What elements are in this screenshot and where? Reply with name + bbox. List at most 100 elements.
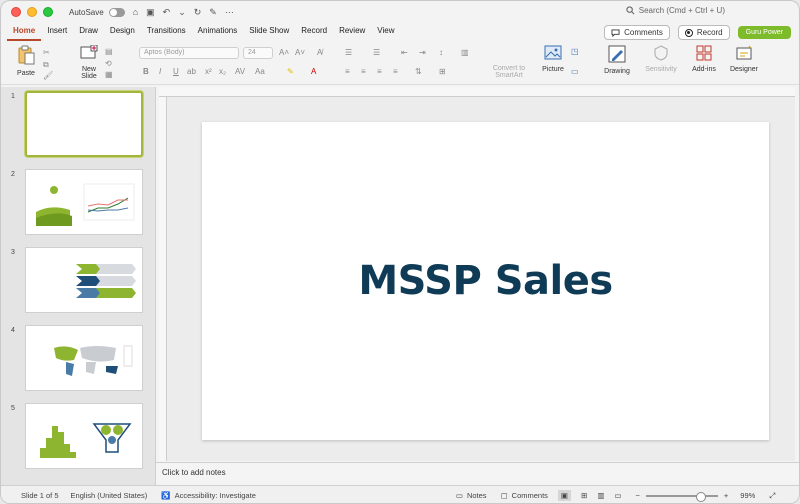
tab-home[interactable]: Home: [7, 23, 42, 41]
convert-label-1: Convert to: [492, 65, 526, 72]
font-size-field[interactable]: 24: [243, 47, 273, 59]
slideshow-icon[interactable]: ▭: [614, 491, 621, 500]
font-name-field[interactable]: Aptos (Body): [139, 47, 239, 59]
normal-view-icon[interactable]: ▣: [557, 490, 572, 501]
ribbon: Paste ✂ ⧉ 🖌 New Slide ▤ ⟲ ▦ Aptos (Body)…: [1, 43, 799, 85]
slide-thumbnail-1[interactable]: [25, 91, 143, 157]
tab-record[interactable]: Record: [295, 23, 333, 41]
align-text-icon[interactable]: ⊞: [439, 67, 446, 76]
convert-smartart-button[interactable]: Convert to SmartArt: [489, 49, 529, 79]
numbering-icon[interactable]: ☰: [373, 48, 380, 57]
maximize-window-button[interactable]: [43, 7, 53, 17]
picture-button[interactable]: Picture: [539, 45, 567, 73]
justify-icon[interactable]: ≡: [393, 67, 398, 76]
align-center-icon[interactable]: ≡: [361, 67, 366, 76]
tab-transitions[interactable]: Transitions: [141, 23, 192, 41]
save-icon[interactable]: ▣: [146, 7, 155, 18]
slide-thumbnail-3[interactable]: [25, 247, 143, 313]
histogram-funnel-thumbnail: [40, 423, 132, 458]
tab-draw[interactable]: Draw: [73, 23, 104, 41]
copy-icon[interactable]: ⧉: [43, 60, 49, 70]
world-map-thumbnail: [54, 345, 133, 376]
cut-icon[interactable]: ✂: [43, 48, 50, 57]
columns-icon[interactable]: ▥: [461, 48, 469, 57]
slide-sorter-icon[interactable]: ⊞: [581, 491, 587, 500]
search-box[interactable]: Search (Cmd + Ctrl + U): [626, 6, 725, 15]
align-right-icon[interactable]: ≡: [377, 67, 382, 76]
underline-icon[interactable]: U: [173, 67, 179, 76]
slide-title[interactable]: MSSP Sales: [358, 258, 613, 304]
align-left-icon[interactable]: ≡: [345, 67, 350, 76]
paste-button[interactable]: Paste: [13, 45, 39, 77]
sensitivity-button[interactable]: Sensitivity: [641, 45, 681, 73]
format-painter-icon[interactable]: 🖌: [43, 71, 53, 80]
comments-button[interactable]: Comments: [604, 25, 670, 40]
shapes-icon[interactable]: ◳: [571, 47, 579, 56]
more-icon[interactable]: ⋯: [225, 7, 234, 18]
highlight-icon[interactable]: ✎: [287, 67, 294, 76]
zoom-out-icon[interactable]: −: [636, 491, 640, 500]
autosave-toggle[interactable]: [108, 7, 125, 17]
increase-font-icon[interactable]: A˄: [279, 48, 289, 57]
current-slide[interactable]: MSSP Sales: [202, 122, 769, 440]
slide-thumbnail-4[interactable]: [25, 325, 143, 391]
zoom-in-icon[interactable]: +: [724, 491, 728, 500]
change-case-icon[interactable]: Aa: [255, 67, 265, 76]
slide-thumbnail-5[interactable]: [25, 403, 143, 469]
close-window-button[interactable]: [11, 7, 21, 17]
fit-to-window-icon[interactable]: ⤢: [769, 491, 775, 501]
window-controls: [11, 7, 53, 17]
text-direction-icon[interactable]: ⇅: [415, 67, 422, 76]
layout-icon[interactable]: ▤: [105, 47, 113, 56]
guru-power-button[interactable]: Guru Power: [737, 26, 791, 39]
clear-format-icon[interactable]: A̸: [317, 48, 322, 57]
home-icon[interactable]: ⌂: [133, 7, 138, 17]
comments-status-button[interactable]: ▢ Comments: [501, 491, 548, 500]
addins-button[interactable]: Add-ins: [689, 45, 719, 73]
tab-animations[interactable]: Animations: [192, 23, 244, 41]
horizontal-ruler[interactable]: [159, 87, 795, 97]
increase-indent-icon[interactable]: ⇥: [419, 48, 426, 57]
notes-pane[interactable]: Click to add notes: [156, 462, 799, 482]
char-spacing-icon[interactable]: AV: [235, 67, 245, 76]
bold-icon[interactable]: B: [143, 67, 149, 76]
text-box-icon[interactable]: ▭: [571, 67, 579, 76]
redo-icon[interactable]: ↻: [194, 7, 202, 18]
reading-view-icon[interactable]: ▥: [597, 491, 604, 500]
vertical-ruler[interactable]: [159, 97, 167, 461]
decrease-indent-icon[interactable]: ⇤: [401, 48, 408, 57]
notes-button[interactable]: ▭ Notes: [456, 491, 487, 500]
drawing-button[interactable]: Drawing: [601, 45, 633, 75]
search-placeholder: Search (Cmd + Ctrl + U): [638, 6, 725, 15]
line-spacing-icon[interactable]: ↕: [439, 48, 443, 57]
subscript-icon[interactable]: x₂: [219, 67, 226, 76]
format-painter-icon[interactable]: ✎: [209, 7, 217, 18]
undo-icon[interactable]: ↶: [163, 7, 171, 18]
zoom-level[interactable]: 99%: [740, 491, 755, 500]
minimize-window-button[interactable]: [27, 7, 37, 17]
tab-review[interactable]: Review: [333, 23, 371, 41]
italic-icon[interactable]: I: [159, 67, 161, 76]
zoom-slider[interactable]: [645, 491, 718, 502]
tab-view[interactable]: View: [371, 23, 400, 41]
decrease-font-icon[interactable]: A˅: [295, 48, 305, 57]
slide-thumbnail-2[interactable]: [25, 169, 143, 235]
chevron-down-icon[interactable]: ⌄: [178, 7, 186, 18]
tab-insert[interactable]: Insert: [41, 23, 73, 41]
tab-slide-show[interactable]: Slide Show: [243, 23, 295, 41]
reset-icon[interactable]: ⟲: [105, 59, 112, 68]
designer-button[interactable]: Designer: [727, 45, 761, 73]
superscript-icon[interactable]: x²: [205, 67, 212, 76]
tab-design[interactable]: Design: [104, 23, 141, 41]
font-color-icon[interactable]: A: [311, 67, 316, 76]
bullets-icon[interactable]: ☰: [345, 48, 352, 57]
section-icon[interactable]: ▦: [105, 70, 113, 79]
addins-label: Add-ins: [692, 66, 716, 73]
notes-placeholder: Click to add notes: [162, 468, 226, 477]
record-button[interactable]: Record: [677, 25, 730, 40]
language-status[interactable]: English (United States): [71, 491, 148, 500]
new-slide-button[interactable]: New Slide: [77, 44, 101, 80]
strikethrough-icon[interactable]: ab: [187, 67, 196, 76]
accessibility-status[interactable]: ♿ Accessibility: Investigate: [161, 491, 256, 500]
new-slide-label-2: Slide: [81, 73, 97, 80]
